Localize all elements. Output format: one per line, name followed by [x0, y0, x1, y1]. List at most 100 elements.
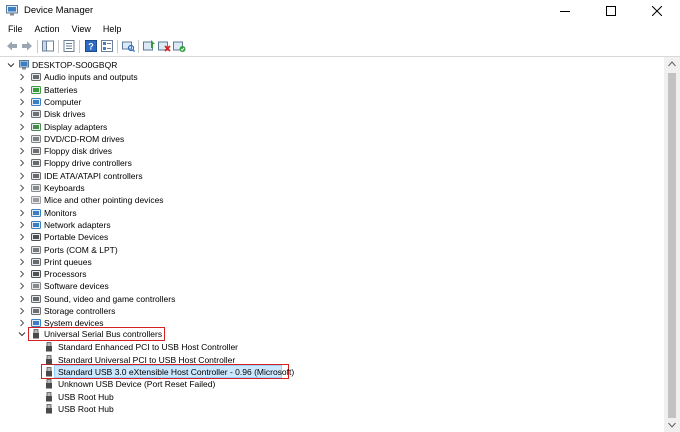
chevron-right-icon[interactable]	[18, 184, 26, 192]
tree-category[interactable]: Storage controllers	[0, 305, 664, 317]
chevron-right-icon[interactable]	[18, 147, 26, 155]
enable-device-icon[interactable]	[172, 39, 186, 53]
scroll-up-arrow-icon[interactable]	[668, 61, 676, 67]
chevron-right-icon[interactable]	[18, 196, 26, 204]
chevron-right-icon[interactable]	[18, 123, 26, 131]
tree-category[interactable]: Floppy disk drives	[0, 145, 664, 157]
tree-category[interactable]: Portable Devices	[0, 231, 664, 243]
back-arrow-icon[interactable]	[5, 39, 19, 53]
tree-category-label: Ports (COM & LPT)	[44, 244, 118, 255]
device-manager-app-icon	[6, 5, 18, 16]
chevron-right-icon[interactable]	[18, 159, 26, 167]
tree-category[interactable]: Software devices	[0, 280, 664, 292]
tree-category[interactable]: Audio inputs and outputs	[0, 71, 664, 83]
chevron-right-icon[interactable]	[18, 172, 26, 180]
software-device-icon	[31, 282, 41, 291]
tree-category-label: Display adapters	[44, 121, 108, 132]
menu-help[interactable]: Help	[97, 22, 128, 37]
tree-device-label: Standard Universal PCI to USB Host Contr…	[58, 354, 236, 365]
tree-device-selected[interactable]: Standard USB 3.0 eXtensible Host Control…	[0, 366, 664, 378]
chevron-right-icon[interactable]	[18, 246, 26, 254]
chevron-right-icon[interactable]	[18, 270, 26, 278]
tree-category[interactable]: Display adapters	[0, 121, 664, 133]
chevron-right-icon[interactable]	[18, 258, 26, 266]
tree-device[interactable]: USB Root Hub	[0, 403, 664, 415]
chevron-right-icon[interactable]	[18, 319, 26, 327]
tree-category[interactable]: DVD/CD-ROM drives	[0, 133, 664, 145]
tree-category[interactable]: Disk drives	[0, 108, 664, 120]
tree-device-label: Unknown USB Device (Port Reset Failed)	[58, 379, 216, 390]
show-hide-tree-icon[interactable]	[41, 39, 55, 53]
chevron-right-icon[interactable]	[18, 221, 26, 229]
floppy-controller-icon	[31, 159, 41, 168]
tree-category[interactable]: Mice and other pointing devices	[0, 194, 664, 206]
chevron-right-icon[interactable]	[18, 73, 26, 81]
computer-icon	[31, 97, 41, 106]
menu-action[interactable]: Action	[29, 22, 66, 37]
tree-category[interactable]: Monitors	[0, 207, 664, 219]
menu-view[interactable]: View	[66, 22, 97, 37]
vertical-scrollbar[interactable]	[664, 57, 680, 432]
scroll-down-arrow-icon[interactable]	[668, 422, 676, 428]
tree-device[interactable]: Standard Universal PCI to USB Host Contr…	[0, 354, 664, 366]
port-icon	[31, 245, 41, 254]
tree-device-label: Standard USB 3.0 eXtensible Host Control…	[58, 366, 295, 377]
device-tree[interactable]: DESKTOP-SO0GBQR Audio inputs and outputs…	[0, 57, 664, 432]
tree-category[interactable]: Ports (COM & LPT)	[0, 244, 664, 256]
chevron-right-icon[interactable]	[18, 135, 26, 143]
tree-category[interactable]: Network adapters	[0, 219, 664, 231]
close-button[interactable]	[634, 0, 680, 22]
tree-category[interactable]: Computer	[0, 96, 664, 108]
scrollbar-thumb[interactable]	[668, 73, 676, 418]
tree-root[interactable]: DESKTOP-SO0GBQR	[0, 59, 664, 71]
chevron-right-icon[interactable]	[18, 307, 26, 315]
tree-category-label: Portable Devices	[44, 232, 109, 243]
chevron-down-icon[interactable]	[7, 61, 15, 69]
mouse-icon	[31, 196, 41, 205]
tree-category[interactable]: Batteries	[0, 84, 664, 96]
usb-connector-icon	[46, 391, 52, 401]
tree-category[interactable]: Floppy drive controllers	[0, 157, 664, 169]
minimize-icon	[560, 11, 570, 12]
tree-device[interactable]: Unknown USB Device (Port Reset Failed)	[0, 378, 664, 390]
update-driver-icon[interactable]	[142, 39, 156, 53]
tree-category-label: Software devices	[44, 281, 109, 292]
chevron-right-icon[interactable]	[18, 233, 26, 241]
tree-category-label: Storage controllers	[44, 306, 116, 316]
sound-icon	[31, 294, 41, 303]
chevron-right-icon[interactable]	[18, 295, 26, 303]
uninstall-device-icon[interactable]	[157, 39, 171, 53]
scan-hardware-icon[interactable]	[121, 39, 135, 53]
close-icon	[652, 6, 662, 16]
tree-category[interactable]: IDE ATA/ATAPI controllers	[0, 170, 664, 182]
tree-category-label: Floppy drive controllers	[44, 158, 132, 169]
chevron-right-icon[interactable]	[18, 86, 26, 94]
toolbar-separator	[37, 40, 38, 53]
tree-category[interactable]: Processors	[0, 268, 664, 280]
chevron-right-icon[interactable]	[18, 110, 26, 118]
printer-icon	[31, 257, 41, 266]
tree-device[interactable]: Standard Enhanced PCI to USB Host Contro…	[0, 341, 664, 353]
chevron-down-icon[interactable]	[18, 330, 26, 338]
tree-category[interactable]: Sound, video and game controllers	[0, 293, 664, 305]
chevron-right-icon[interactable]	[18, 209, 26, 217]
tree-device[interactable]: USB Root Hub	[0, 391, 664, 403]
tree-category-usb[interactable]: Universal Serial Bus controllers	[0, 328, 664, 340]
properties-icon[interactable]	[62, 39, 76, 53]
tree-category[interactable]: Keyboards	[0, 182, 664, 194]
maximize-button[interactable]	[588, 0, 634, 22]
chevron-right-icon[interactable]	[18, 98, 26, 106]
portable-device-icon	[31, 233, 41, 242]
details-view-icon[interactable]	[100, 39, 114, 53]
storage-controller-icon	[31, 307, 41, 315]
tree-category[interactable]: Print queues	[0, 256, 664, 268]
title-bar: Device Manager	[0, 0, 680, 22]
usb-connector-icon	[46, 366, 52, 377]
minimize-button[interactable]	[542, 0, 588, 22]
help-icon[interactable]: ?	[84, 39, 98, 53]
window-title: Device Manager	[24, 5, 94, 16]
forward-arrow-icon[interactable]	[20, 39, 34, 53]
menu-file[interactable]: File	[2, 22, 29, 37]
usb-connector-icon	[46, 379, 52, 389]
chevron-right-icon[interactable]	[18, 282, 26, 290]
